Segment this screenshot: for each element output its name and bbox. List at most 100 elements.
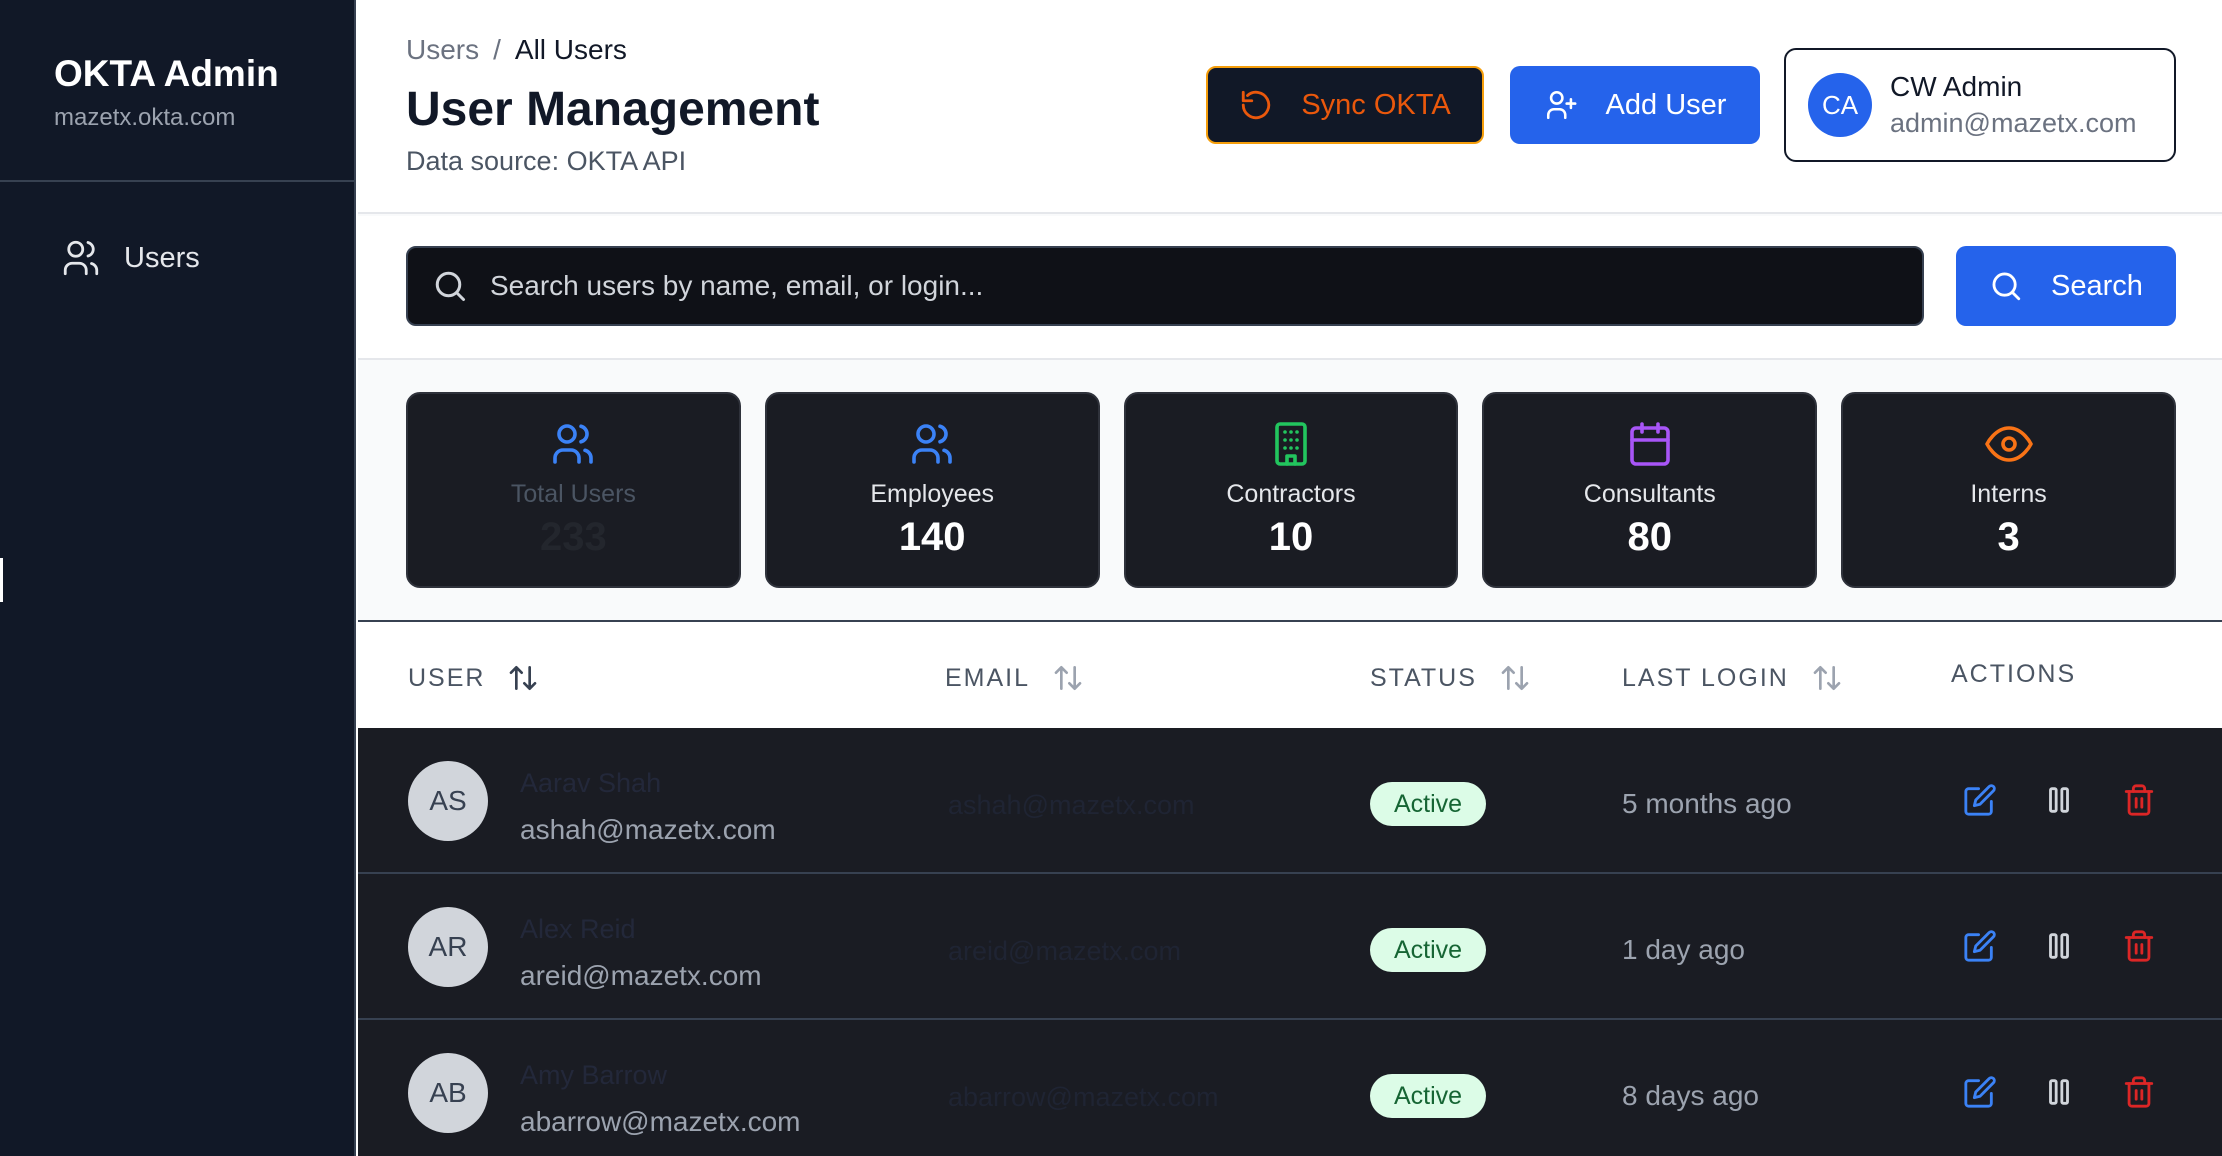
status-badge: Active bbox=[1370, 1074, 1487, 1118]
stat-label: Total Users bbox=[510, 480, 636, 508]
sync-okta-label: Sync OKTA bbox=[1301, 88, 1451, 121]
building-icon bbox=[1275, 422, 1307, 466]
sort-icon bbox=[1501, 666, 1529, 690]
edit-icon bbox=[1964, 930, 1996, 962]
profile-email: admin@mazetx.com bbox=[1890, 108, 2137, 138]
main-content: Users / All Users User Management Data sou… bbox=[358, 0, 2222, 1156]
brand-title: OKTA Admin bbox=[54, 53, 279, 94]
search-icon bbox=[1992, 272, 2021, 301]
status-badge: Active bbox=[1370, 782, 1487, 826]
email-cell: areid@mazetx.com bbox=[948, 936, 1181, 966]
stat-value: 10 bbox=[1268, 515, 1314, 559]
add-user-label: Add User bbox=[1605, 88, 1727, 121]
breadcrumb-parent[interactable]: Users bbox=[406, 34, 479, 65]
stat-label: Consultants bbox=[1583, 480, 1716, 508]
breadcrumb-separator: / bbox=[493, 34, 501, 65]
refresh-icon bbox=[1242, 90, 1271, 120]
users-icon bbox=[63, 240, 99, 276]
edit-button[interactable] bbox=[1960, 780, 2000, 820]
stat-value: 80 bbox=[1627, 515, 1673, 559]
eye-icon bbox=[1984, 426, 2033, 462]
trash-icon bbox=[2124, 1076, 2154, 1108]
user-plus-icon bbox=[1546, 90, 1576, 120]
table-header: USER EMAIL STATUS LAST LOGIN ACTIONS bbox=[358, 620, 2222, 728]
delete-button[interactable] bbox=[2119, 780, 2159, 820]
users-table: USER EMAIL STATUS LAST LOGIN ACTIONS AS … bbox=[358, 620, 2222, 1156]
user-name: Amy Barrow bbox=[520, 1060, 668, 1090]
user-profile-menu[interactable]: CA CW Admin admin@mazetx.com bbox=[1784, 48, 2176, 162]
column-label: ACTIONS bbox=[1951, 660, 2077, 688]
users-icon bbox=[553, 424, 594, 464]
delete-button[interactable] bbox=[2119, 1072, 2159, 1112]
sidebar-item-label: Users bbox=[124, 241, 200, 274]
stat-card-contractors: Contractors 10 bbox=[1123, 392, 1459, 588]
trash-icon bbox=[2124, 930, 2154, 962]
user-email: ashah@mazetx.com bbox=[520, 814, 776, 845]
avatar: CA bbox=[1808, 73, 1872, 137]
last-login-cell: 5 months ago bbox=[1622, 788, 1792, 819]
column-header-status[interactable]: STATUS bbox=[1370, 662, 1531, 694]
stat-label: Employees bbox=[870, 480, 995, 508]
pause-icon bbox=[2049, 787, 2069, 813]
data-source-label: Data source: OKTA API bbox=[406, 146, 687, 176]
column-label: STATUS bbox=[1370, 663, 1477, 692]
user-name: Alex Reid bbox=[520, 914, 636, 944]
user-email: areid@mazetx.com bbox=[520, 960, 762, 991]
page-header: Users / All Users User Management Data sou… bbox=[358, 0, 2222, 214]
table-row[interactable]: AS Aarav Shah ashah@mazetx.com ashah@maz… bbox=[358, 728, 2222, 874]
delete-button[interactable] bbox=[2119, 926, 2159, 966]
search-input[interactable] bbox=[490, 270, 1890, 302]
stat-card-employees: Employees 140 bbox=[764, 392, 1100, 588]
table-row[interactable]: AB Amy Barrow abarrow@mazetx.com abarrow… bbox=[358, 1020, 2222, 1156]
last-login-cell: 8 days ago bbox=[1622, 1080, 1759, 1111]
suspend-button[interactable] bbox=[2039, 1072, 2079, 1112]
edit-icon bbox=[1964, 1076, 1996, 1108]
calendar-icon bbox=[1629, 422, 1670, 466]
add-user-button[interactable]: Add User bbox=[1510, 66, 1760, 144]
stat-card-total-users: Total Users 233 bbox=[406, 392, 741, 588]
profile-text: CW Admin admin@mazetx.com bbox=[1890, 69, 2136, 141]
user-email: abarrow@mazetx.com bbox=[520, 1106, 801, 1137]
column-label: USER bbox=[408, 663, 486, 692]
email-cell: abarrow@mazetx.com bbox=[948, 1082, 1219, 1112]
stat-card-interns: Interns 3 bbox=[1841, 392, 2176, 588]
email-cell: ashah@mazetx.com bbox=[948, 790, 1195, 820]
search-button[interactable]: Search bbox=[1956, 246, 2176, 326]
search-box[interactable] bbox=[406, 246, 1924, 326]
column-header-email[interactable]: EMAIL bbox=[945, 662, 1084, 694]
edit-icon bbox=[1964, 784, 1996, 816]
suspend-button[interactable] bbox=[2039, 780, 2079, 820]
avatar: AR bbox=[408, 907, 488, 987]
sync-okta-button[interactable]: Sync OKTA bbox=[1206, 66, 1484, 144]
trash-icon bbox=[2124, 784, 2154, 816]
edit-button[interactable] bbox=[1960, 926, 2000, 966]
status-badge: Active bbox=[1370, 928, 1487, 972]
sort-icon bbox=[1054, 666, 1082, 690]
avatar: AS bbox=[408, 761, 488, 841]
suspend-button[interactable] bbox=[2039, 926, 2079, 966]
last-login-cell: 1 day ago bbox=[1622, 934, 1745, 965]
stats-row: Total Users 233 Employees 140 Contractor… bbox=[406, 392, 2176, 590]
sidebar-item-users[interactable]: Users bbox=[0, 228, 354, 288]
breadcrumb-current: All Users bbox=[514, 34, 627, 65]
search-button-label: Search bbox=[2051, 269, 2143, 302]
breadcrumb: Users / All Users bbox=[406, 34, 627, 66]
sidebar-edge-marker bbox=[0, 558, 3, 602]
profile-name: CW Admin bbox=[1890, 71, 2023, 102]
search-section: Search bbox=[358, 216, 2222, 360]
users-icon bbox=[912, 424, 952, 464]
pause-icon bbox=[2049, 933, 2069, 959]
app-root: OKTA Admin mazetx.okta.com Users Users / A… bbox=[0, 0, 2222, 1156]
table-body: AS Aarav Shah ashah@mazetx.com ashah@maz… bbox=[358, 728, 2222, 1156]
column-header-last-login[interactable]: LAST LOGIN bbox=[1622, 662, 1843, 694]
table-row[interactable]: AR Alex Reid areid@mazetx.com areid@maze… bbox=[358, 874, 2222, 1020]
avatar: AB bbox=[408, 1053, 488, 1133]
sort-icon bbox=[510, 666, 537, 690]
sidebar-nav: Users bbox=[0, 182, 354, 288]
sort-icon bbox=[1813, 666, 1841, 690]
edit-button[interactable] bbox=[1960, 1072, 2000, 1112]
column-header-user[interactable]: USER bbox=[408, 662, 539, 694]
stat-card-consultants: Consultants 80 bbox=[1482, 392, 1818, 588]
sidebar-brand: OKTA Admin mazetx.okta.com bbox=[0, 0, 354, 182]
brand-domain: mazetx.okta.com bbox=[54, 104, 236, 131]
